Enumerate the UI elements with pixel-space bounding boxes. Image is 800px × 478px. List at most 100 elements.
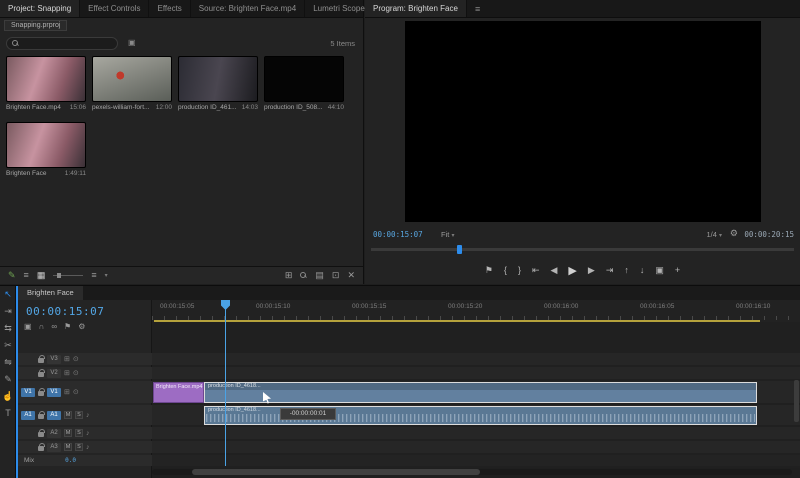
tab-sequence[interactable]: Brighten Face	[18, 286, 83, 300]
settings-icon[interactable]: ⚙	[730, 229, 738, 238]
export-frame-icon[interactable]: ▣	[655, 265, 664, 276]
automate-to-sequence-icon[interactable]: ⊞	[285, 271, 293, 280]
clip-thumbnail[interactable]	[264, 56, 344, 102]
clip-thumbnail[interactable]	[6, 56, 86, 102]
new-bin-icon[interactable]: ▤	[315, 271, 324, 280]
solo-button[interactable]: S	[75, 443, 83, 451]
scrubber-track[interactable]	[371, 248, 794, 251]
mute-button[interactable]: M	[64, 411, 72, 419]
source-patch[interactable]	[21, 355, 35, 364]
track-target-v1[interactable]: V1	[47, 387, 61, 397]
track-target-v3[interactable]: V3	[47, 354, 61, 364]
sync-lock-icon[interactable]: ⊞	[64, 370, 70, 377]
go-to-in-icon[interactable]: ⇤	[532, 265, 540, 276]
track-target-a3[interactable]: A3	[47, 442, 61, 452]
go-to-out-icon[interactable]: ⇥	[606, 265, 614, 276]
linked-selection-icon[interactable]: ∞	[51, 323, 57, 331]
lift-icon[interactable]: ↑	[624, 265, 629, 275]
program-scrubber[interactable]	[371, 245, 794, 254]
bin-filter-icon[interactable]: ▣	[128, 38, 136, 47]
scrollbar-thumb[interactable]	[192, 469, 480, 475]
list-item[interactable]: pexels-william-fort... 12:00	[92, 56, 176, 111]
timeline-settings-icon[interactable]: ⚙	[78, 323, 85, 331]
scrubber-playhead[interactable]	[457, 245, 462, 254]
snap-icon[interactable]: ∩	[39, 323, 45, 331]
track-lock-icon[interactable]	[38, 429, 45, 437]
panel-menu-icon[interactable]: ≡	[469, 0, 486, 17]
sync-lock-icon[interactable]: ⊞	[64, 389, 70, 396]
source-patch-a1[interactable]: A1	[21, 410, 35, 420]
track-lane-a3[interactable]	[152, 441, 800, 453]
clip-thumbnail[interactable]	[178, 56, 258, 102]
track-output-icon[interactable]: ⊙	[73, 389, 79, 396]
tab-project[interactable]: Project: Snapping	[0, 0, 81, 17]
timeline-timecode[interactable]: 00:00:15:07	[26, 305, 104, 318]
track-output-icon[interactable]: ⊙	[73, 370, 79, 377]
nest-toggle-icon[interactable]: ▣	[24, 323, 32, 331]
track-lock-icon[interactable]	[38, 443, 45, 451]
type-tool[interactable]: T	[0, 405, 16, 422]
track-lane-a2[interactable]	[152, 427, 800, 439]
source-patch[interactable]	[21, 369, 35, 378]
program-video-frame[interactable]	[405, 21, 761, 222]
solo-button[interactable]: S	[75, 429, 83, 437]
zoom-slider[interactable]	[53, 273, 84, 278]
step-forward-icon[interactable]: ▶	[588, 265, 595, 276]
tab-source-monitor[interactable]: Source: Brighten Face.mp4	[191, 0, 306, 17]
play-icon[interactable]: ▶	[568, 264, 576, 277]
sequence-thumbnail[interactable]	[6, 122, 86, 168]
track-target-a1[interactable]: A1	[47, 410, 61, 420]
track-lane-v3[interactable]	[152, 353, 800, 365]
clip-thumbnail[interactable]	[92, 56, 172, 102]
sort-icon[interactable]: ≡	[91, 271, 96, 280]
mute-button[interactable]: M	[64, 429, 72, 437]
vertical-scrollbar[interactable]	[794, 322, 799, 462]
step-back-icon[interactable]: ◀	[551, 265, 558, 276]
source-patch[interactable]	[21, 429, 35, 438]
current-timecode[interactable]: 00:00:15:07	[373, 230, 423, 239]
list-view-icon[interactable]: ≡	[24, 271, 29, 280]
horizontal-scrollbar[interactable]	[152, 469, 792, 475]
razor-tool[interactable]: ✂	[0, 337, 16, 354]
track-lock-icon[interactable]	[38, 355, 45, 363]
master-level-value[interactable]: 0.0	[65, 457, 76, 464]
track-lane-v2[interactable]	[152, 367, 800, 379]
hand-tool[interactable]: ☝	[0, 388, 16, 405]
timeline-clip-brighten-face[interactable]: Brighten Face.mp4	[153, 382, 204, 403]
zoom-level-dropdown[interactable]: Fit ▾	[441, 230, 454, 239]
solo-button[interactable]: S	[75, 411, 83, 419]
source-patch-v1[interactable]: V1	[21, 387, 35, 397]
search-input[interactable]	[23, 40, 112, 47]
add-marker-icon[interactable]: ⚑	[485, 265, 493, 276]
track-lane-mix[interactable]	[152, 455, 800, 466]
mark-out-icon[interactable]: }	[518, 265, 521, 275]
ripple-edit-tool[interactable]: ⇆	[0, 320, 16, 337]
track-lock-icon[interactable]	[38, 411, 45, 419]
slip-tool[interactable]: ⇋	[0, 354, 16, 371]
track-target-v2[interactable]: V2	[47, 368, 61, 378]
button-editor-icon[interactable]: +	[675, 265, 680, 275]
track-output-icon[interactable]: ⊙	[73, 356, 79, 363]
new-item-icon[interactable]: ⊡	[332, 271, 340, 280]
find-icon[interactable]	[300, 272, 307, 279]
list-item[interactable]: Brighten Face.mp4 15:06	[6, 56, 90, 111]
delete-icon[interactable]: ✕	[347, 271, 355, 280]
track-lock-icon[interactable]	[38, 369, 45, 377]
time-ruler[interactable]: 00:00:15:05 00:00:15:10 00:00:15:15 00:0…	[152, 300, 800, 322]
voiceover-record-icon[interactable]: ♪	[86, 412, 90, 419]
extract-icon[interactable]: ↓	[640, 265, 645, 275]
playback-resolution-dropdown[interactable]: 1/4 ▾	[706, 230, 722, 239]
timeline-clip-video-selected[interactable]: production ID_4618...	[204, 382, 757, 403]
voiceover-record-icon[interactable]: ♪	[86, 444, 90, 451]
tab-effects[interactable]: Effects	[149, 0, 191, 17]
track-select-tool[interactable]: ⇥	[0, 303, 16, 320]
tab-effect-controls[interactable]: Effect Controls	[80, 0, 150, 17]
playhead-line[interactable]	[225, 300, 226, 466]
mute-button[interactable]: M	[64, 443, 72, 451]
selection-tool[interactable]: ↖	[0, 286, 16, 303]
mark-in-icon[interactable]: {	[504, 265, 507, 275]
add-marker-icon[interactable]: ⚑	[64, 323, 71, 331]
list-item[interactable]: production ID_461... 14:03	[178, 56, 262, 111]
track-target-a2[interactable]: A2	[47, 428, 61, 438]
pen-tool[interactable]: ✎	[0, 371, 16, 388]
